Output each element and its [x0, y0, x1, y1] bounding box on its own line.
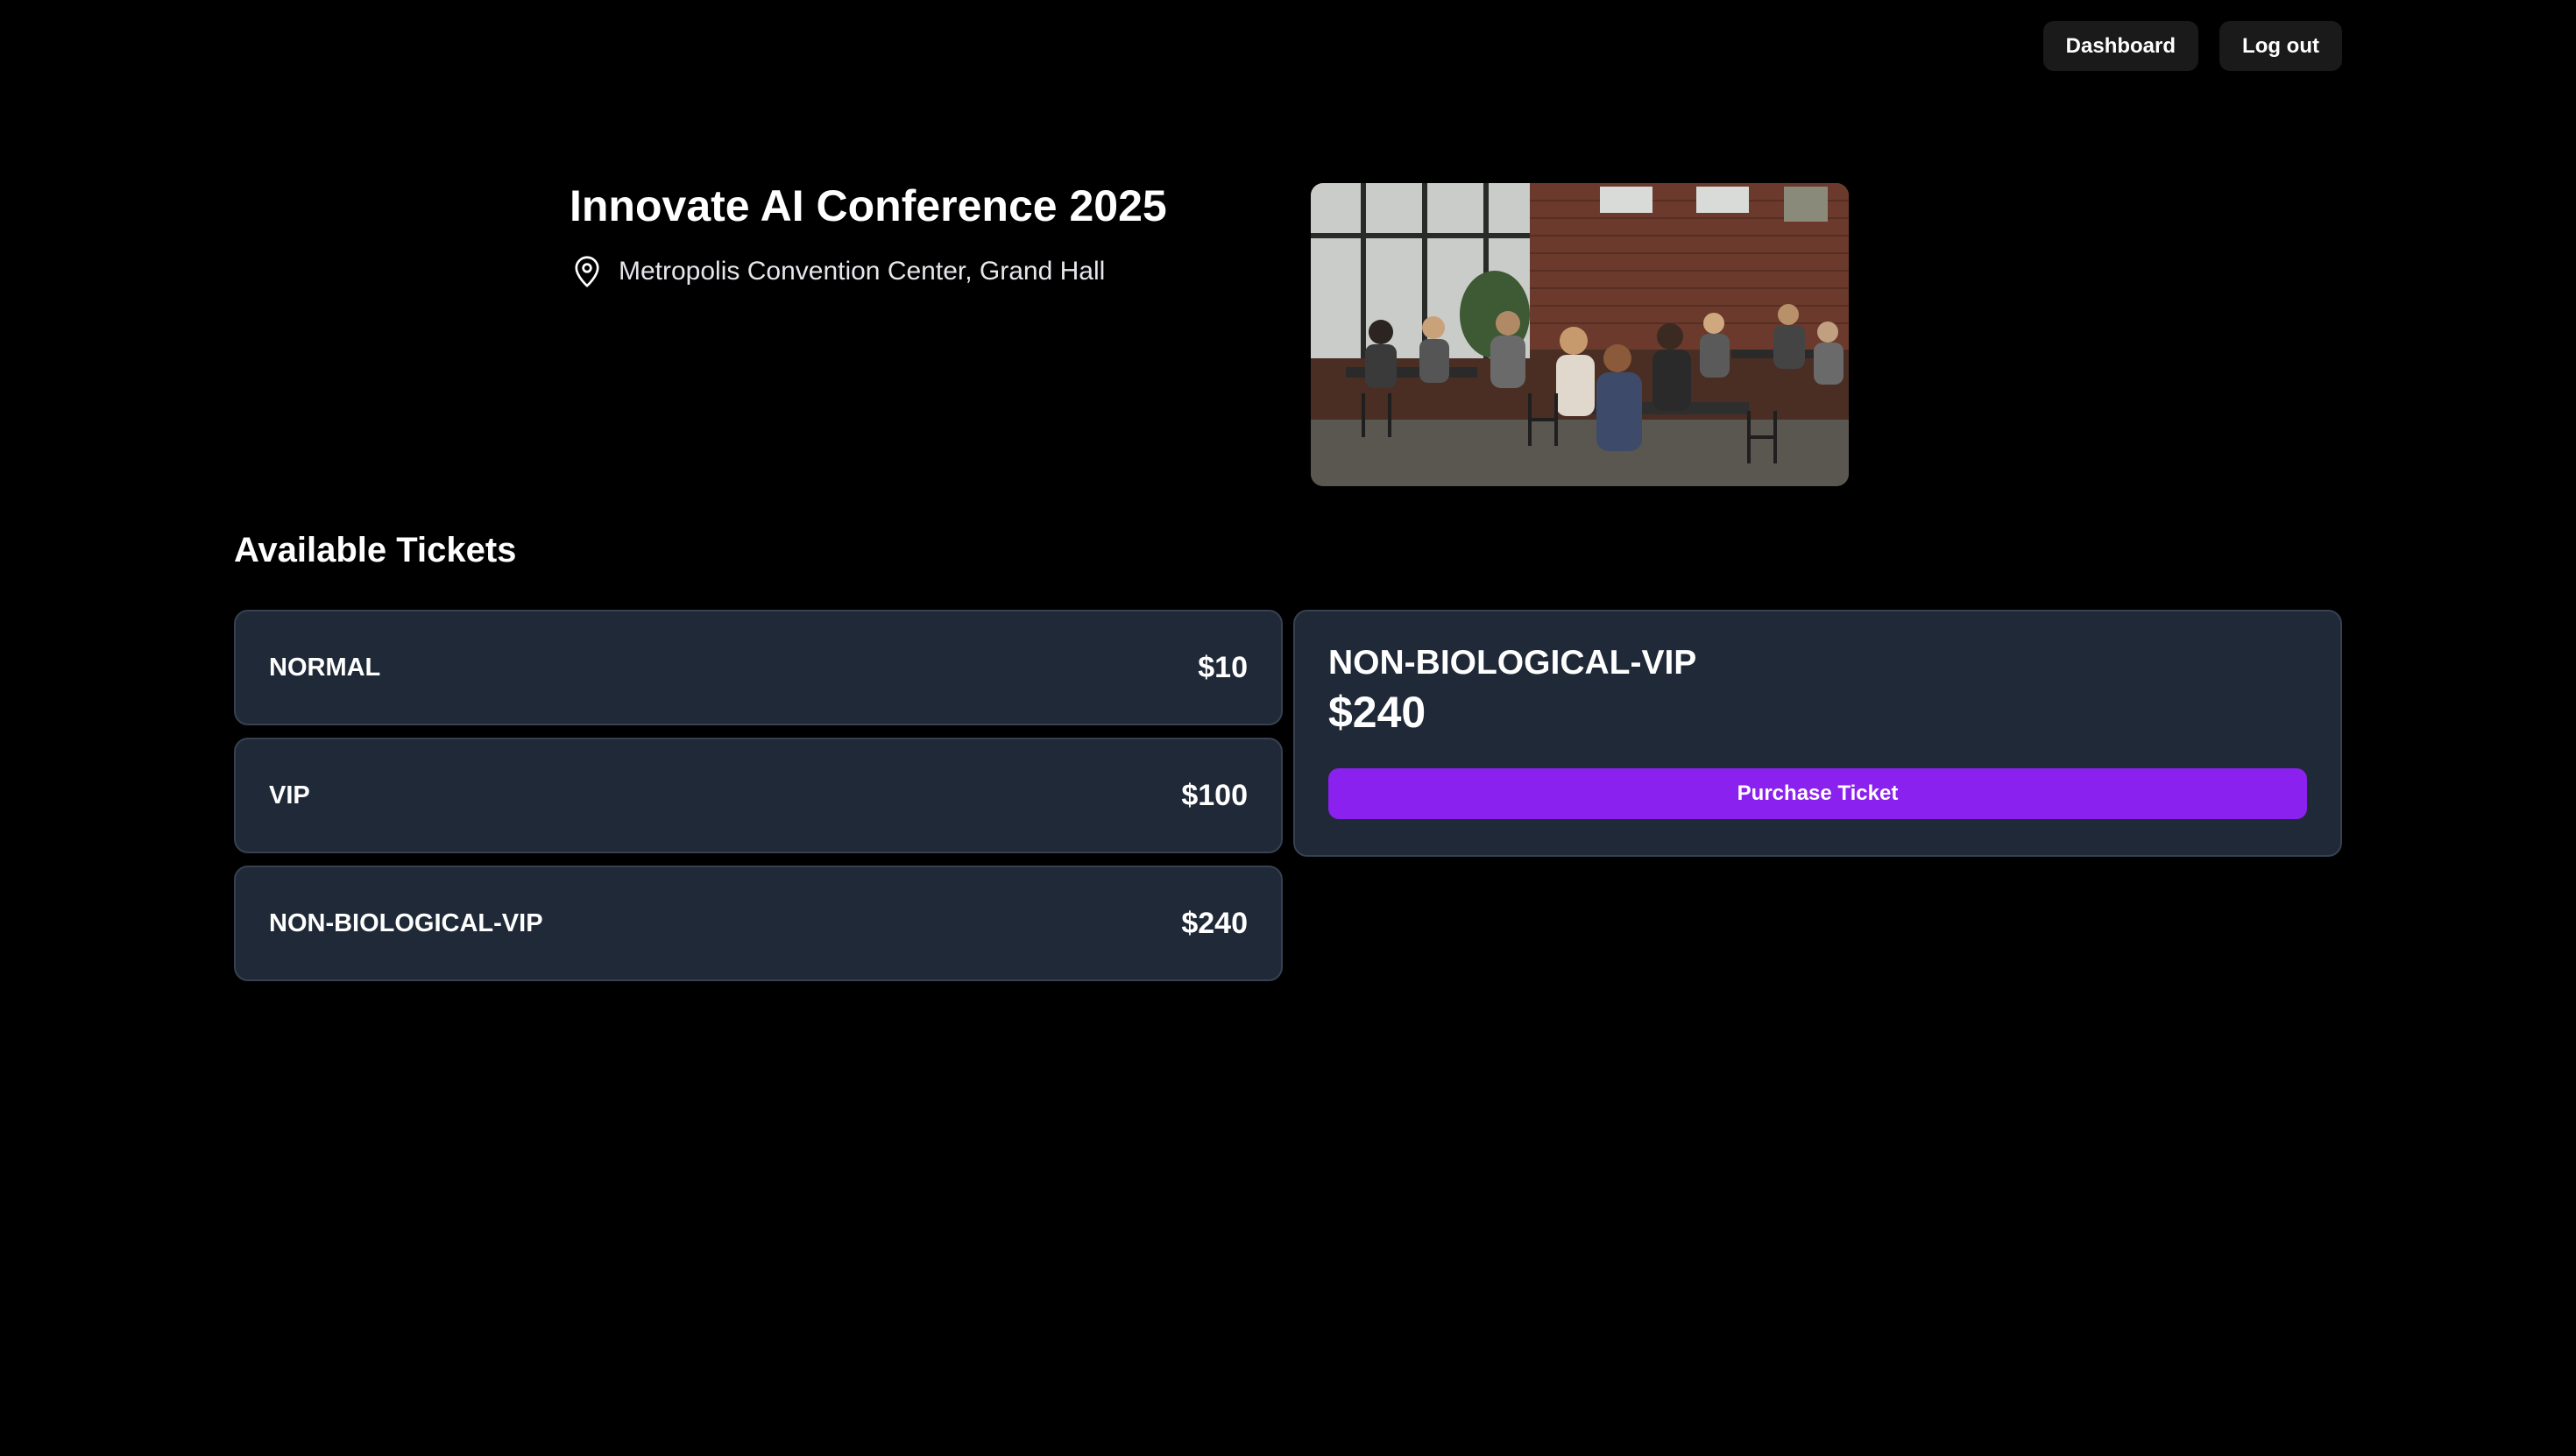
event-image — [1311, 183, 1849, 486]
dashboard-button[interactable]: Dashboard — [2042, 21, 2199, 71]
ticket-price: $100 — [1181, 778, 1248, 812]
logout-button[interactable]: Log out — [2219, 21, 2342, 71]
event-location-text: Metropolis Convention Center, Grand Hall — [619, 257, 1106, 286]
selected-ticket-price: $240 — [1328, 687, 1426, 737]
purchase-ticket-button[interactable]: Purchase Ticket — [1328, 767, 2307, 819]
ticket-list: NORMAL $10 VIP $100 NON-BIOLOGICAL-VIP $… — [234, 610, 1283, 981]
ticket-price: $10 — [1198, 650, 1248, 684]
available-tickets-heading: Available Tickets — [234, 531, 517, 569]
ticket-card-non-biological-vip[interactable]: NON-BIOLOGICAL-VIP $240 — [234, 866, 1283, 981]
ticket-card-normal[interactable]: NORMAL $10 — [234, 610, 1283, 725]
ticket-name: NORMAL — [269, 653, 381, 682]
ticket-card-vip[interactable]: VIP $100 — [234, 738, 1283, 853]
ticket-name: VIP — [269, 781, 310, 809]
event-location: Metropolis Convention Center, Grand Hall — [570, 254, 1105, 289]
ticket-name: NON-BIOLOGICAL-VIP — [269, 908, 543, 937]
selected-ticket-name: NON-BIOLOGICAL-VIP — [1328, 644, 1697, 682]
map-pin-icon — [570, 254, 605, 289]
event-title: Innovate AI Conference 2025 — [570, 181, 1167, 230]
selected-ticket-panel: NON-BIOLOGICAL-VIP $240 Purchase Ticket — [1293, 610, 2342, 857]
page: Dashboard Log out Innovate AI Conference… — [0, 0, 2576, 1456]
top-nav: Dashboard Log out — [2042, 21, 2342, 71]
ticket-price: $240 — [1181, 906, 1248, 940]
